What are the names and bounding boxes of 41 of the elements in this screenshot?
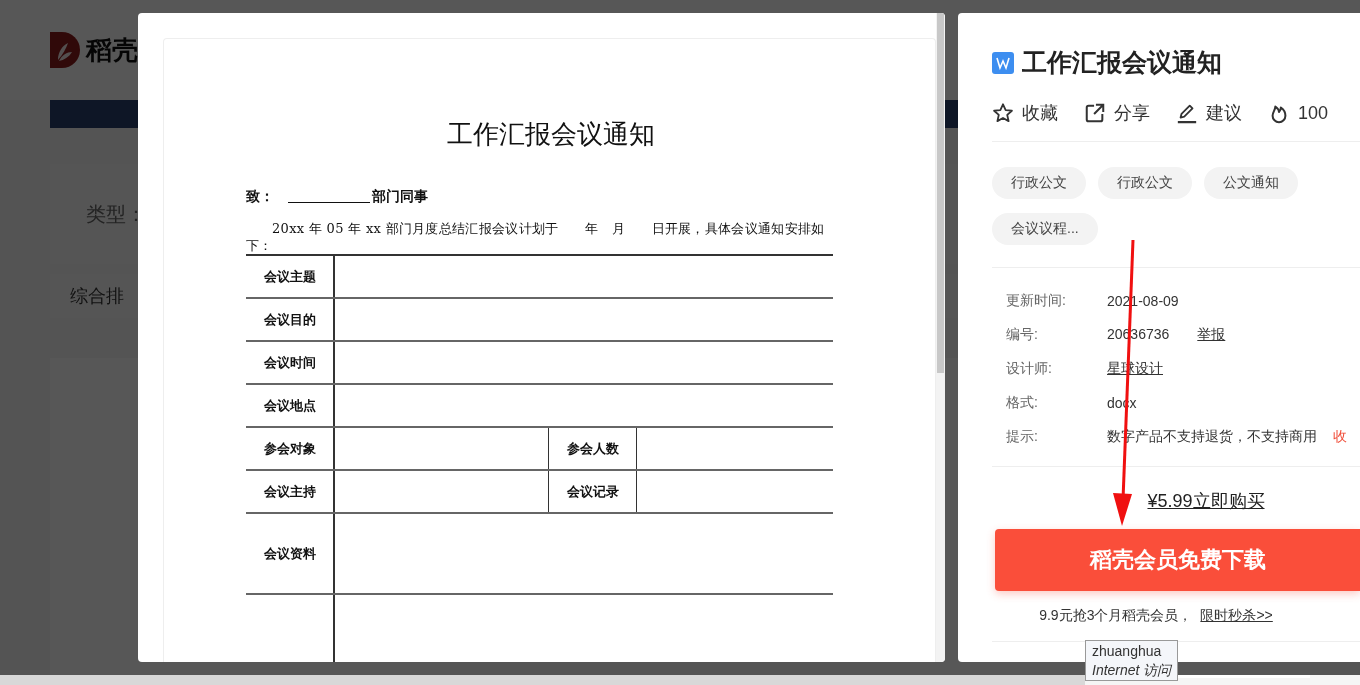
document-name: 工作汇报会议通知 [1022, 47, 1222, 78]
action-button[interactable]: 100 [1268, 101, 1329, 125]
pencil-icon [1176, 102, 1198, 124]
tag-chip[interactable]: 会议议程... [992, 213, 1098, 245]
action-button[interactable]: 分享 [1084, 101, 1150, 125]
tooltip-user: zhuanghua [1092, 642, 1163, 661]
horizontal-scrollbar[interactable] [0, 675, 1085, 685]
info-label: 提示: [1006, 428, 1039, 446]
info-note: 收 [1333, 428, 1347, 446]
table-cell: 会议主题 [246, 256, 335, 297]
tag-chip[interactable]: 行政公文 [992, 167, 1086, 199]
scrollbar-thumb[interactable] [937, 13, 944, 373]
info-label: 格式: [1006, 394, 1039, 412]
star-icon [992, 102, 1014, 124]
info-link[interactable]: 举报 [1197, 326, 1226, 344]
table-cell: 会议时间 [246, 342, 335, 383]
tag-chip[interactable]: 行政公文 [1098, 167, 1192, 199]
share-icon [1084, 102, 1106, 124]
buy-link[interactable]: ¥5.99立即购买 [1147, 489, 1265, 529]
logo-icon [50, 32, 80, 68]
promo-link[interactable]: 限时秒杀>> [1200, 607, 1273, 641]
tag-chip[interactable]: 公文通知 [1204, 167, 1298, 199]
document-paragraph: 20xx 年 05 年 xx 部门月度总结汇报会议计划于 年 月 日开展，具体会议通知安排如下： [246, 220, 826, 254]
document-title: 工作汇报会议通知 [445, 118, 656, 151]
table-cell: 会议记录 [549, 471, 637, 512]
action-button[interactable]: 建议 [1176, 101, 1242, 125]
table-cell: 参会对象 [246, 428, 335, 469]
table-cell: 参会人数 [549, 428, 637, 469]
table-cell: 会议目的 [246, 299, 335, 340]
salutation-recipient: 部门同事 [372, 188, 428, 206]
table-cell: 会议主持 [246, 471, 335, 512]
info-label: 设计师: [1006, 360, 1053, 378]
tooltip-zone: Internet 访问 [1092, 661, 1172, 680]
salutation: 致： [246, 188, 274, 206]
table-cell: 会议资料 [246, 514, 335, 593]
info-label: 更新时间: [1006, 292, 1067, 310]
action-button[interactable]: 收藏 [992, 101, 1058, 125]
promo-text: 9.9元抢3个月稻壳会员， [1039, 607, 1193, 625]
table-cell: 会议地点 [246, 385, 335, 426]
word-file-icon [992, 51, 1014, 74]
info-label: 编号: [1006, 326, 1039, 344]
